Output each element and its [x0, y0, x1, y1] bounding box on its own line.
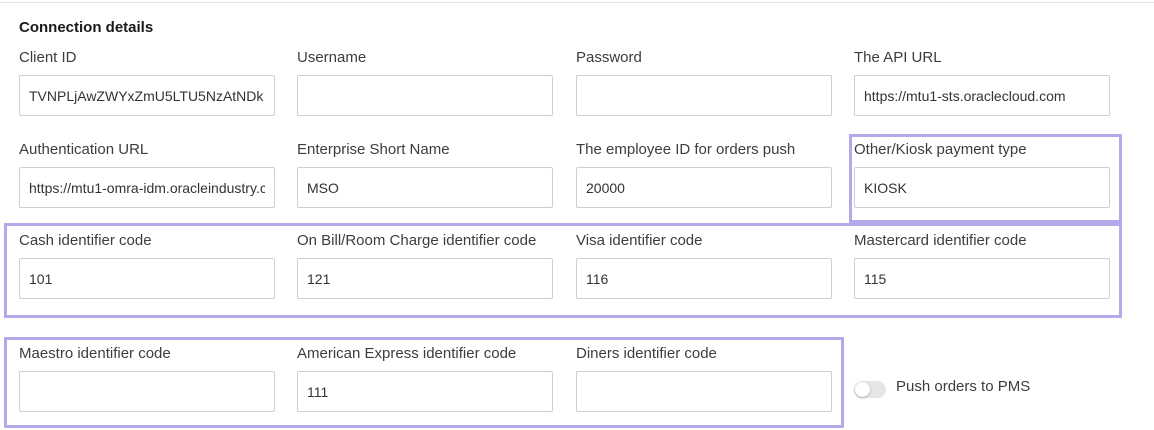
client-id-input[interactable] — [19, 75, 275, 116]
auth-url-label: Authentication URL — [19, 141, 149, 158]
mastercard-code-input[interactable] — [854, 258, 1110, 299]
maestro-code-field-group: Maestro identifier code — [19, 343, 275, 412]
top-divider — [0, 2, 1154, 3]
mastercard-code-field-group: Mastercard identifier code — [854, 230, 1110, 299]
enterprise-short-name-input[interactable] — [297, 167, 553, 208]
api-url-label: The API URL — [854, 49, 942, 66]
section-title: Connection details — [19, 19, 154, 36]
push-orders-label: Push orders to PMS — [896, 378, 1031, 395]
enterprise-short-name-field-group: Enterprise Short Name — [297, 139, 553, 208]
employee-id-field-group: The employee ID for orders push — [576, 139, 832, 208]
password-field-group: Password — [576, 47, 832, 116]
username-input[interactable] — [297, 75, 553, 116]
diners-code-field-group: Diners identifier code — [576, 343, 832, 412]
toggle-knob — [855, 381, 870, 397]
room-charge-code-input[interactable] — [297, 258, 553, 299]
username-field-group: Username — [297, 47, 553, 116]
diners-code-input[interactable] — [576, 371, 832, 412]
maestro-code-input[interactable] — [19, 371, 275, 412]
push-orders-toggle[interactable] — [854, 380, 886, 398]
room-charge-code-label: On Bill/Room Charge identifier code — [297, 232, 537, 249]
client-id-field-group: Client ID — [19, 47, 275, 116]
employee-id-input[interactable] — [576, 167, 832, 208]
amex-code-input[interactable] — [297, 371, 553, 412]
api-url-field-group: The API URL — [854, 47, 1110, 116]
visa-code-input[interactable] — [576, 258, 832, 299]
kiosk-payment-type-field-group: Other/Kiosk payment type — [854, 139, 1110, 208]
diners-code-label: Diners identifier code — [576, 345, 717, 362]
visa-code-label: Visa identifier code — [576, 232, 703, 249]
kiosk-payment-type-label: Other/Kiosk payment type — [854, 141, 1027, 158]
push-orders-toggle-group: Push orders to PMS — [854, 376, 1030, 398]
kiosk-payment-type-input[interactable] — [854, 167, 1110, 208]
employee-id-label: The employee ID for orders push — [576, 141, 796, 158]
enterprise-short-name-label: Enterprise Short Name — [297, 141, 450, 158]
maestro-code-label: Maestro identifier code — [19, 345, 171, 362]
amex-code-label: American Express identifier code — [297, 345, 517, 362]
mastercard-code-label: Mastercard identifier code — [854, 232, 1027, 249]
cash-code-label: Cash identifier code — [19, 232, 152, 249]
connection-details-panel: Connection details Client ID Username Pa… — [0, 0, 1154, 430]
visa-code-field-group: Visa identifier code — [576, 230, 832, 299]
password-input[interactable] — [576, 75, 832, 116]
password-label: Password — [576, 49, 642, 66]
client-id-label: Client ID — [19, 49, 77, 66]
username-label: Username — [297, 49, 367, 66]
cash-code-input[interactable] — [19, 258, 275, 299]
room-charge-code-field-group: On Bill/Room Charge identifier code — [297, 230, 553, 299]
auth-url-input[interactable] — [19, 167, 275, 208]
amex-code-field-group: American Express identifier code — [297, 343, 553, 412]
auth-url-field-group: Authentication URL — [19, 139, 275, 208]
api-url-input[interactable] — [854, 75, 1110, 116]
cash-code-field-group: Cash identifier code — [19, 230, 275, 299]
